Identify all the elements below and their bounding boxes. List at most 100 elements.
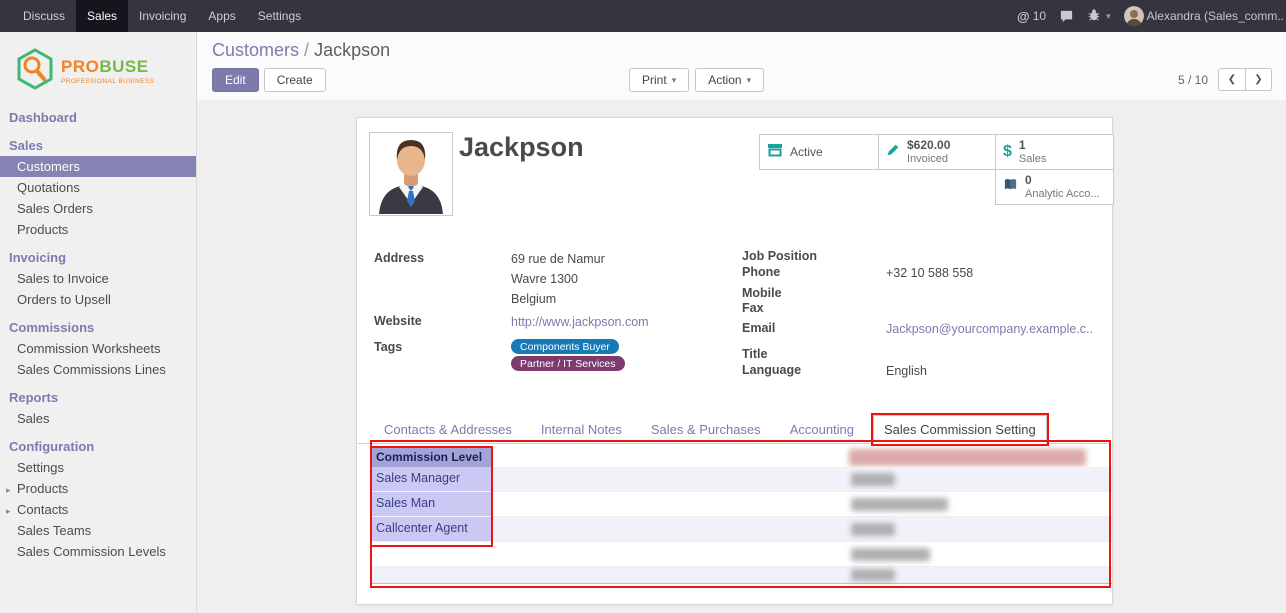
menu-apps[interactable]: Apps — [197, 0, 246, 32]
sales-stat-label: Sales — [1019, 153, 1047, 166]
sidebar-item-sales-to-invoice[interactable]: Sales to Invoice — [0, 268, 196, 289]
tag-components-buyer[interactable]: Components Buyer — [511, 339, 619, 354]
edit-button[interactable]: Edit — [212, 68, 259, 92]
content-area: Jackpson Active $620.00 Invoiced — [197, 100, 1286, 613]
mentions-count: 10 — [1033, 9, 1046, 23]
redacted-blur — [851, 498, 948, 511]
sidebar-item-orders-to-upsell[interactable]: Orders to Upsell — [0, 289, 196, 310]
sidebar-section-sales[interactable]: Sales — [0, 135, 196, 156]
pager: 5 / 10 ❮ ❯ — [1178, 68, 1272, 91]
breadcrumb-separator: / — [304, 40, 309, 60]
create-button[interactable]: Create — [264, 68, 326, 92]
pager-next-button[interactable]: ❯ — [1245, 68, 1272, 91]
address-line2: Wavre 1300 — [511, 272, 578, 286]
menu-sales[interactable]: Sales — [76, 0, 128, 32]
tab-internal-notes[interactable]: Internal Notes — [531, 416, 632, 443]
sidebar-item-sales-commission-levels[interactable]: Sales Commission Levels — [0, 541, 196, 562]
sidebar-item-sales-orders[interactable]: Sales Orders — [0, 198, 196, 219]
table-row-sales-man[interactable]: Sales Man — [372, 492, 1112, 517]
redacted-blur — [851, 569, 895, 581]
column-header-commission-level[interactable]: Commission Level — [372, 448, 491, 467]
invoiced-label: Invoiced — [907, 153, 950, 166]
tag-partner-it-services[interactable]: Partner / IT Services — [511, 356, 625, 371]
active-toggle-icon — [767, 142, 783, 163]
tab-sales-purchases[interactable]: Sales & Purchases — [641, 416, 771, 443]
logo-title-part1: PRO — [61, 57, 99, 76]
sidebar-section-reports[interactable]: Reports — [0, 387, 196, 408]
app-logo[interactable]: PROBUSE PROFESSIONAL BUSINESS — [0, 32, 196, 105]
breadcrumb-current: Jackpson — [314, 40, 390, 60]
menu-discuss[interactable]: Discuss — [12, 0, 76, 32]
website-label: Website — [374, 314, 422, 328]
sidebar-item-reports-sales[interactable]: Sales — [0, 408, 196, 429]
menu-settings[interactable]: Settings — [247, 0, 312, 32]
sidebar-item-customers[interactable]: Customers — [0, 156, 196, 177]
pager-previous-button[interactable]: ❮ — [1218, 68, 1245, 91]
logo-text: PROBUSE PROFESSIONAL BUSINESS — [61, 58, 154, 85]
sidebar-section-dashboard[interactable]: Dashboard — [0, 107, 196, 128]
breadcrumb-customers-link[interactable]: Customers — [212, 40, 299, 60]
tab-sales-commission-setting[interactable]: Sales Commission Setting — [873, 415, 1047, 444]
user-avatar — [1124, 6, 1144, 26]
contact-photo — [369, 132, 453, 216]
invoiced-stat-button[interactable]: $620.00 Invoiced — [878, 134, 996, 170]
bug-icon — [1087, 8, 1101, 25]
sidebar-section-configuration[interactable]: Configuration — [0, 436, 196, 457]
phone-label: Phone — [742, 265, 780, 279]
action-dropdown-button[interactable]: Action ▾ — [695, 68, 764, 92]
fax-label: Fax — [742, 301, 764, 315]
website-link[interactable]: http://www.jackpson.com — [511, 315, 649, 329]
debug-menu[interactable]: ▾ — [1087, 8, 1111, 25]
sidebar-item-products[interactable]: Products — [0, 219, 196, 240]
table-row-empty[interactable] — [372, 542, 1112, 567]
print-dropdown-button[interactable]: Print▾ — [629, 68, 689, 92]
table-row-sales-manager[interactable]: Sales Manager — [372, 467, 1112, 492]
caret-down-icon: ▾ — [747, 75, 752, 86]
sidebar-section-invoicing[interactable]: Invoicing — [0, 247, 196, 268]
user-name: Alexandra (Sales_comm.. — [1147, 9, 1284, 23]
language-label: Language — [742, 363, 801, 377]
sidebar-section-commissions[interactable]: Commissions — [0, 317, 196, 338]
action-label: Action — [708, 73, 741, 87]
title-label: Title — [742, 347, 767, 361]
redacted-blur — [851, 548, 930, 561]
redacted-blur — [851, 473, 895, 486]
sidebar-item-commission-worksheets[interactable]: Commission Worksheets — [0, 338, 196, 359]
active-stat-button[interactable]: Active — [759, 134, 879, 170]
sales-stat-button[interactable]: $ 1 Sales — [995, 134, 1114, 170]
tab-contacts-addresses[interactable]: Contacts & Addresses — [374, 416, 522, 443]
sidebar-item-quotations[interactable]: Quotations — [0, 177, 196, 198]
sidebar-nav: Dashboard Sales Customers Quotations Sal… — [0, 107, 196, 562]
tags-label: Tags — [374, 340, 402, 354]
logo-title: PROBUSE — [61, 58, 154, 75]
chat-bubble-icon[interactable] — [1059, 9, 1074, 24]
sidebar-item-sales-teams[interactable]: Sales Teams — [0, 520, 196, 541]
analytic-stat-button[interactable]: 0 Analytic Acco... — [995, 169, 1114, 205]
commission-table: Commission Level Sales Manager Sales Man… — [372, 448, 1112, 584]
caret-down-icon: ▾ — [1106, 11, 1111, 22]
mentions-counter[interactable]: @ 10 — [1017, 9, 1046, 24]
table-row-empty[interactable] — [372, 567, 1112, 583]
sidebar-item-config-contacts[interactable]: ▸Contacts — [0, 499, 196, 520]
redacted-blur — [851, 523, 895, 536]
email-link[interactable]: Jackpson@yourcompany.example.c.. — [886, 322, 1093, 336]
sidebar-item-config-products[interactable]: ▸Products — [0, 478, 196, 499]
job-position-label: Job Position — [742, 249, 817, 263]
sidebar-item-settings[interactable]: Settings — [0, 457, 196, 478]
menu-invoicing[interactable]: Invoicing — [128, 0, 197, 32]
book-icon — [1003, 177, 1018, 197]
user-menu[interactable]: Alexandra (Sales_comm.. — [1124, 6, 1284, 26]
record-buttons: Edit Create — [212, 68, 326, 92]
tab-accounting[interactable]: Accounting — [780, 416, 864, 443]
pager-count: 5 / 10 — [1178, 73, 1208, 87]
sidebar-item-sales-commissions-lines[interactable]: Sales Commissions Lines — [0, 359, 196, 380]
address-line3: Belgium — [511, 292, 556, 306]
sales-stat-value: 1 — [1019, 138, 1047, 152]
screen: Discuss Sales Invoicing Apps Settings @ … — [0, 0, 1286, 613]
topbar-right: @ 10 ▾ Alexandra (Sales_comm.. — [1017, 6, 1286, 26]
record-title: Jackpson — [459, 132, 584, 163]
table-row-callcenter-agent[interactable]: Callcenter Agent — [372, 517, 1112, 542]
logo-subtitle: PROFESSIONAL BUSINESS — [61, 78, 154, 85]
caret-down-icon: ▾ — [672, 75, 677, 86]
chevron-left-icon: ❮ — [1228, 74, 1236, 85]
